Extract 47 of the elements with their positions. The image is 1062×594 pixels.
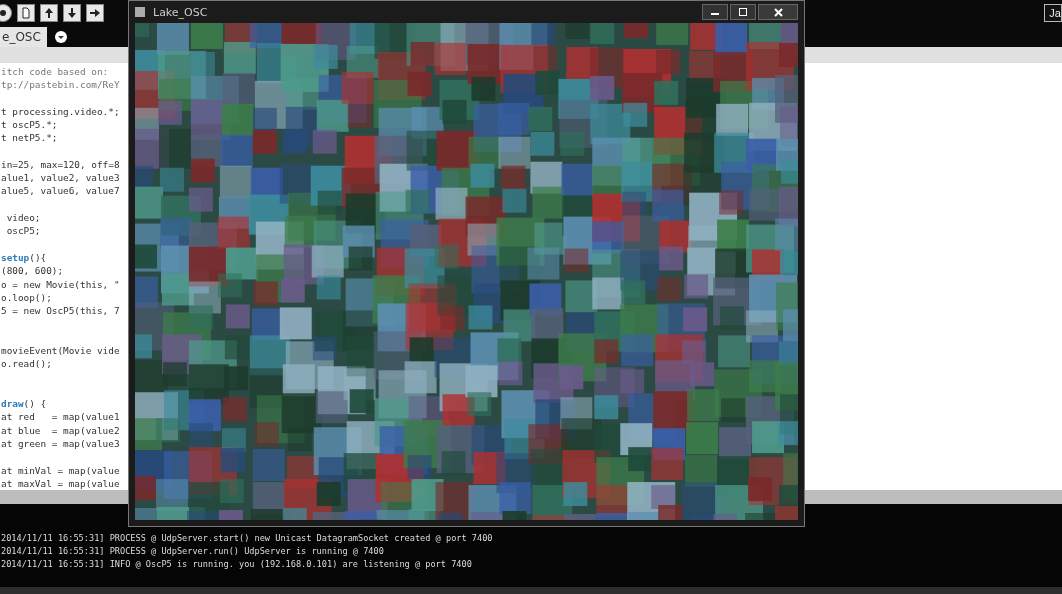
window-title: Lake_OSC [153,5,208,19]
code-line: t netP5.*; [1,132,58,144]
minimize-button[interactable] [702,4,728,20]
editor-tab[interactable]: e_OSC [0,26,47,47]
code-line: in=25, max=120, off=8 [1,158,120,170]
code-line: oscP5; [5,225,41,237]
code-line: at minVal = map(value [1,464,120,476]
code-line: draw() { [1,398,47,410]
code-line: o.read(); [1,358,52,370]
code-line: t oscP5.*; [1,118,58,130]
code-line: alue5, value6, value7 [1,185,120,197]
save-button[interactable] [63,4,81,23]
page-icon [20,7,32,20]
code-line: (800, 600); [1,265,64,277]
code-editor[interactable] [0,46,128,505]
right-arrow-icon [89,7,101,20]
export-button[interactable] [86,4,104,23]
maximize-icon [739,8,747,16]
window-icon [135,7,145,17]
new-button[interactable] [17,4,35,23]
code-line: o.loop(); [1,291,52,303]
close-button[interactable] [758,4,798,20]
code-line: video; [5,212,41,224]
code-line: setup(){ [1,251,47,263]
close-icon [773,7,783,17]
open-button[interactable] [40,4,58,23]
code-line: 5 = new OscP5(this, 7 [1,305,120,317]
code-line: o = new Movie(this, " [1,278,120,290]
code-line: alue1, value2, value3 [1,172,120,184]
run-button[interactable] [0,4,12,23]
console-line: 2014/11/11 16:55:31] PROCESS @ UdpServer.start() new Unicast DatagramSocket created @ port 7400 [0,532,494,546]
code-line: t processing.video.*; [1,105,120,117]
code-line: tp://pastebin.com/ReY [1,79,120,91]
console-line: 2014/11/11 16:55:31] INFO @ OscP5 is running. you (192.168.0.101) are listening @ port 7400 [0,558,473,572]
down-arrow-icon [66,7,78,20]
run-icon [0,8,8,19]
console-line: 2014/11/11 16:55:31] PROCESS @ UdpServer.run() UdpServer is running @ 7400 [0,545,385,559]
code-line: at green = map(value3 [1,438,120,450]
code-line: itch code based on: [1,65,109,77]
code-line: movieEvent(Movie vide [1,345,120,356]
code-line: at blue = map(value2 [1,424,120,436]
code-line: at maxVal = map(value [1,477,120,489]
code-line: at red = map(value1 [1,411,120,423]
dropdown-icon[interactable] [54,30,67,43]
maximize-button[interactable] [730,4,756,20]
mode-button[interactable]: Ja [1044,4,1062,23]
up-arrow-icon [43,7,55,20]
